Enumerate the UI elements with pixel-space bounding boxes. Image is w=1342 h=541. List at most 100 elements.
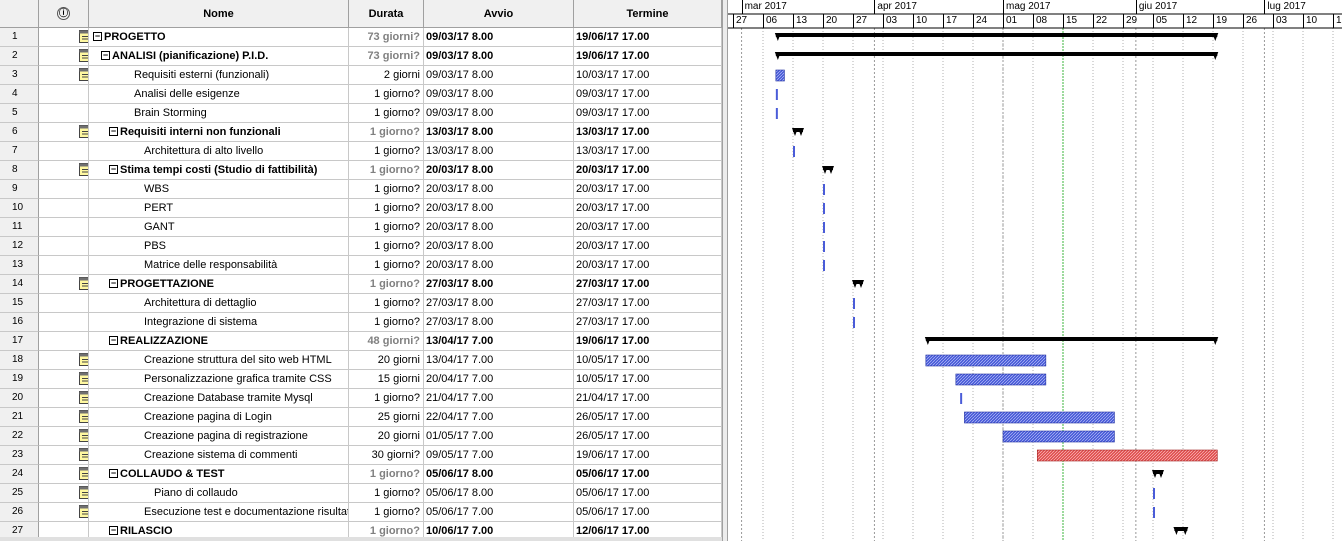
end-cell[interactable]: 20/03/17 17.00: [574, 218, 722, 237]
end-cell[interactable]: 05/06/17 17.00: [574, 484, 722, 503]
duration-cell[interactable]: 15 giorni: [349, 370, 424, 389]
duration-cell[interactable]: 1 giorno?: [349, 256, 424, 275]
start-cell[interactable]: 20/03/17 8.00: [424, 218, 574, 237]
end-cell[interactable]: 10/05/17 17.00: [574, 351, 722, 370]
note-icon[interactable]: [79, 372, 89, 385]
end-cell[interactable]: 19/06/17 17.00: [574, 28, 722, 47]
task-name-cell[interactable]: PBS: [89, 237, 349, 256]
row-number[interactable]: 4: [0, 85, 39, 104]
collapse-toggle-icon[interactable]: −: [109, 525, 118, 535]
row-number[interactable]: 11: [0, 218, 39, 237]
row-number[interactable]: 6: [0, 123, 39, 142]
collapse-toggle-icon[interactable]: −: [109, 335, 118, 345]
table-row[interactable]: 2− ANALISI (pianificazione) P.I.D. 73 gior…: [0, 47, 722, 66]
end-cell[interactable]: 27/03/17 17.00: [574, 294, 722, 313]
duration-cell[interactable]: 25 giorni: [349, 408, 424, 427]
start-cell[interactable]: 22/04/17 7.00: [424, 408, 574, 427]
task-name-cell[interactable]: Analisi delle esigenze: [89, 85, 349, 104]
end-cell[interactable]: 05/06/17 17.00: [574, 465, 722, 484]
table-row[interactable]: 25 Piano di collaudo 1 giorno? 05/06/17 8.0…: [0, 484, 722, 503]
start-cell[interactable]: 13/03/17 8.00: [424, 123, 574, 142]
table-row[interactable]: 17− REALIZZAZIONE 48 giorni? 13/04/17 7.00 1…: [0, 332, 722, 351]
note-icon[interactable]: [79, 448, 89, 461]
collapse-toggle-icon[interactable]: −: [109, 126, 118, 136]
task-name-cell[interactable]: Architettura di dettaglio: [89, 294, 349, 313]
row-number[interactable]: 1: [0, 28, 39, 47]
duration-cell[interactable]: 2 giorni: [349, 66, 424, 85]
task-name-cell[interactable]: Esecuzione test e documentazione risulta…: [89, 503, 349, 522]
start-cell[interactable]: 21/04/17 7.00: [424, 389, 574, 408]
table-row[interactable]: 6− Requisiti interni non funzionali 1 gior…: [0, 123, 722, 142]
start-cell[interactable]: 27/03/17 8.00: [424, 275, 574, 294]
end-cell[interactable]: 26/05/17 17.00: [574, 408, 722, 427]
start-cell[interactable]: 27/03/17 8.00: [424, 294, 574, 313]
task-name-cell[interactable]: − COLLAUDO & TEST: [89, 465, 349, 484]
end-cell[interactable]: 20/03/17 17.00: [574, 256, 722, 275]
task-name-cell[interactable]: − PROGETTAZIONE: [89, 275, 349, 294]
row-number[interactable]: 18: [0, 351, 39, 370]
table-row[interactable]: 8 − Stima tempi costi (Studio di fattibili…: [0, 161, 722, 180]
start-cell[interactable]: 05/06/17 7.00: [424, 503, 574, 522]
task-name-cell[interactable]: Creazione struttura del sito web HTML: [89, 351, 349, 370]
table-row[interactable]: 10 PERT 1 giorno? 20/03/17 8.00 20/03/17 17.…: [0, 199, 722, 218]
duration-cell[interactable]: 1 giorno?: [349, 313, 424, 332]
duration-cell[interactable]: 1 giorno?: [349, 85, 424, 104]
start-cell[interactable]: 20/03/17 8.00: [424, 237, 574, 256]
end-cell[interactable]: 27/03/17 17.00: [574, 275, 722, 294]
duration-cell[interactable]: 1 giorno?: [349, 180, 424, 199]
collapse-toggle-icon[interactable]: −: [93, 31, 102, 41]
end-cell[interactable]: 09/03/17 17.00: [574, 85, 722, 104]
end-cell[interactable]: 19/06/17 17.00: [574, 332, 722, 351]
row-number[interactable]: 17: [0, 332, 39, 351]
table-row[interactable]: 9 WBS 1 giorno? 20/03/17 8.00 20/03/17 17.00: [0, 180, 722, 199]
collapse-toggle-icon[interactable]: −: [109, 468, 118, 478]
horizontal-scrollbar[interactable]: [0, 537, 722, 541]
table-row[interactable]: 14− PROGETTAZIONE 1 giorno? 27/03/17 8.00 27…: [0, 275, 722, 294]
row-number[interactable]: 13: [0, 256, 39, 275]
duration-cell[interactable]: 1 giorno?: [349, 142, 424, 161]
task-name-cell[interactable]: PERT: [89, 199, 349, 218]
table-row[interactable]: 26 Esecuzione test e documentazione risul…: [0, 503, 722, 522]
row-number[interactable]: 7: [0, 142, 39, 161]
row-number[interactable]: 5: [0, 104, 39, 123]
task-name-cell[interactable]: − PROGETTO: [89, 28, 349, 47]
row-number[interactable]: 16: [0, 313, 39, 332]
start-cell[interactable]: 05/06/17 8.00: [424, 465, 574, 484]
note-icon[interactable]: [79, 49, 89, 62]
table-row[interactable]: 21 Creazione pagina di Login 25 giorni 22/0…: [0, 408, 722, 427]
row-number[interactable]: 9: [0, 180, 39, 199]
task-name-cell[interactable]: Creazione pagina di Login: [89, 408, 349, 427]
row-number[interactable]: 22: [0, 427, 39, 446]
table-row[interactable]: 19 Personalizzazione grafica tramite CSS 1…: [0, 370, 722, 389]
note-icon[interactable]: [79, 505, 89, 518]
duration-cell[interactable]: 1 giorno?: [349, 123, 424, 142]
end-cell[interactable]: 13/03/17 17.00: [574, 142, 722, 161]
duration-cell[interactable]: 1 giorno?: [349, 465, 424, 484]
start-cell[interactable]: 20/03/17 8.00: [424, 161, 574, 180]
start-cell[interactable]: 09/03/17 8.00: [424, 66, 574, 85]
task-name-cell[interactable]: Requisiti esterni (funzionali): [89, 66, 349, 85]
table-row[interactable]: 24− COLLAUDO & TEST 1 giorno? 05/06/17 8.00…: [0, 465, 722, 484]
task-name-cell[interactable]: GANT: [89, 218, 349, 237]
row-number[interactable]: 10: [0, 199, 39, 218]
end-cell[interactable]: 10/03/17 17.00: [574, 66, 722, 85]
duration-cell[interactable]: 1 giorno?: [349, 275, 424, 294]
end-cell[interactable]: 09/03/17 17.00: [574, 104, 722, 123]
end-cell[interactable]: 20/03/17 17.00: [574, 161, 722, 180]
collapse-toggle-icon[interactable]: −: [101, 50, 110, 60]
start-cell[interactable]: 09/03/17 8.00: [424, 28, 574, 47]
task-name-cell[interactable]: WBS: [89, 180, 349, 199]
row-number[interactable]: 26: [0, 503, 39, 522]
duration-cell[interactable]: 1 giorno?: [349, 104, 424, 123]
start-cell[interactable]: 09/03/17 8.00: [424, 47, 574, 66]
row-number[interactable]: 3: [0, 66, 39, 85]
note-icon[interactable]: [79, 429, 89, 442]
row-number[interactable]: 2: [0, 47, 39, 66]
task-name-cell[interactable]: Matrice delle responsabilità: [89, 256, 349, 275]
row-number[interactable]: 21: [0, 408, 39, 427]
end-cell[interactable]: 20/03/17 17.00: [574, 180, 722, 199]
table-row[interactable]: 15 Architettura di dettaglio 1 giorno? 27/0…: [0, 294, 722, 313]
row-number[interactable]: 19: [0, 370, 39, 389]
start-cell[interactable]: 05/06/17 8.00: [424, 484, 574, 503]
table-row[interactable]: 20 Creazione Database tramite Mysql 1 gior…: [0, 389, 722, 408]
